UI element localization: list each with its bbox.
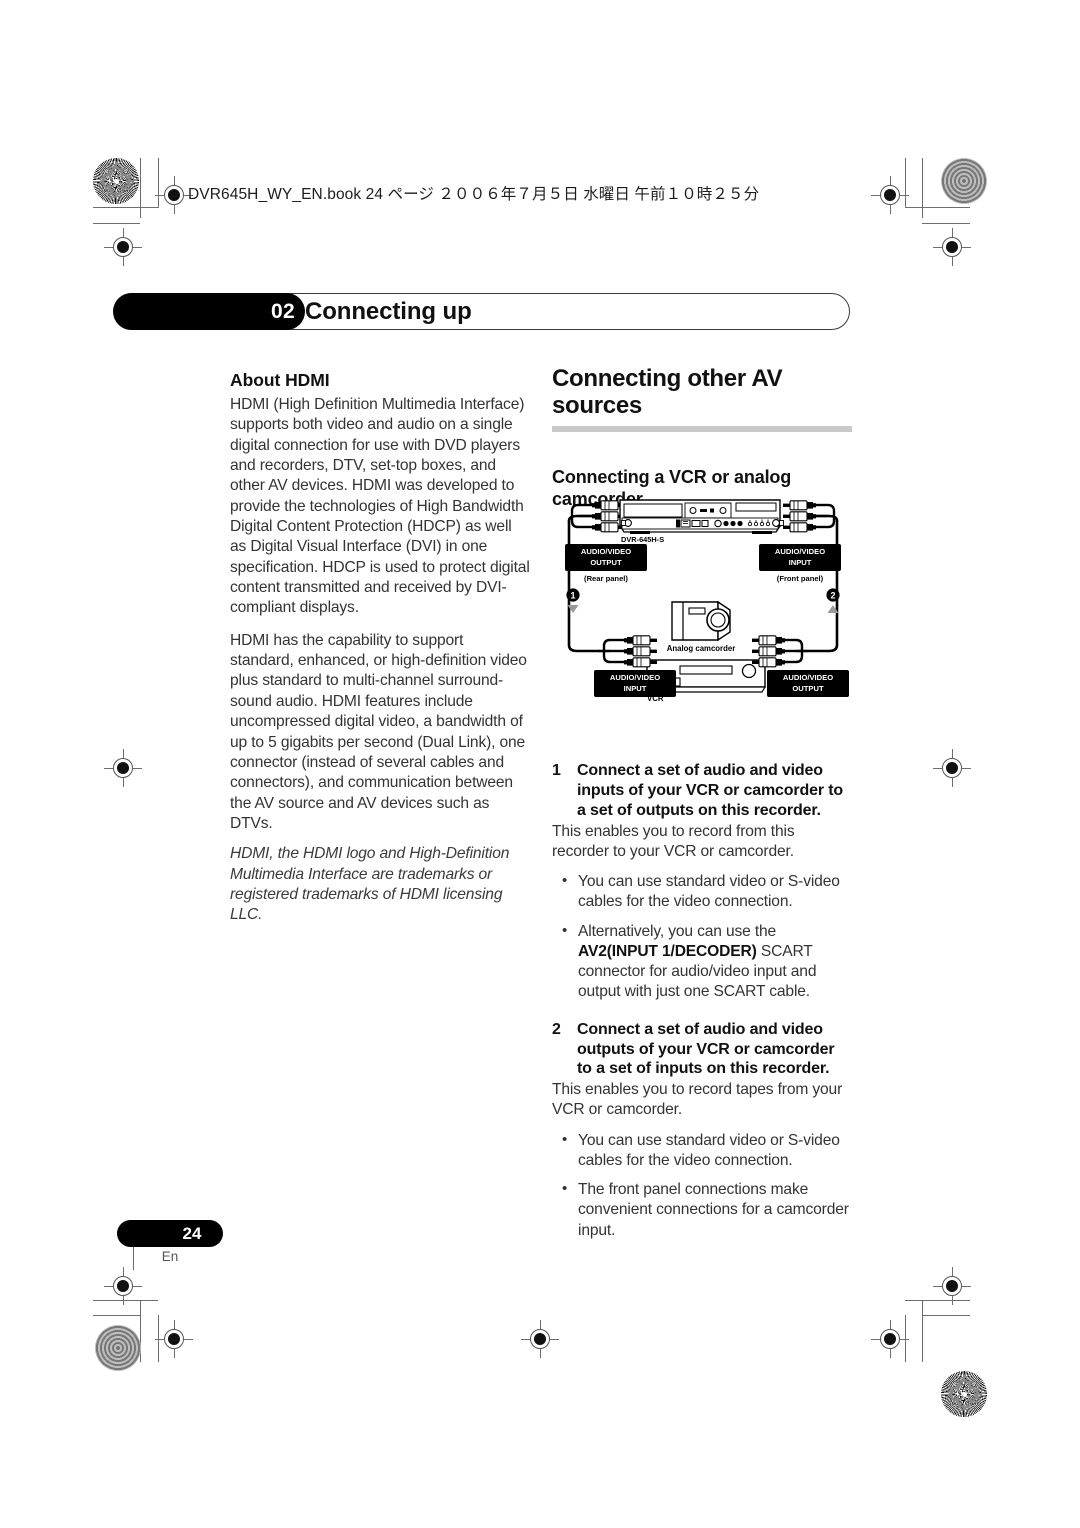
crop-line <box>93 207 158 209</box>
print-file-header: DVR645H_WY_EN.book 24 ページ ２００６年７月５日 水曜日 … <box>188 186 760 203</box>
page-language: En <box>161 1249 179 1264</box>
step-2-bullets: You can use standard video or S-video ca… <box>552 1130 852 1241</box>
bullet-text: The front panel connections make conveni… <box>578 1181 849 1239</box>
svg-text:Analog camcorder: Analog camcorder <box>667 644 735 653</box>
crop-line <box>922 1315 970 1317</box>
document-page: DVR645H_WY_EN.book 24 ページ ２００６年７月５日 水曜日 … <box>0 0 1080 1528</box>
crop-line <box>905 207 970 209</box>
bullet-text: You can use standard video or S-video ca… <box>578 1131 840 1169</box>
crop-line <box>93 1300 158 1302</box>
page-number: 24 <box>182 1223 202 1243</box>
chapter-number: 02 <box>271 299 295 323</box>
chapter-header: 02 Connecting up <box>113 293 850 330</box>
chapter-title: Connecting up <box>305 297 472 325</box>
crop-line <box>140 158 142 218</box>
crop-line <box>93 1315 141 1317</box>
crop-line <box>93 223 140 225</box>
step-1-heading: 1 Connect a set of audio and video input… <box>552 761 852 820</box>
registration-mark-bottom-right <box>871 1320 909 1358</box>
list-item: The front panel connections make conveni… <box>552 1179 852 1241</box>
print-starburst-mark-bottom-right <box>941 1371 987 1417</box>
print-density-mark-top-right <box>941 158 987 204</box>
step-1-heading-text: Connect a set of audio and video inputs … <box>577 762 844 819</box>
step-1-number: 1 <box>552 762 561 780</box>
bullet-bold-term: AV2(INPUT 1/DECODER) <box>578 942 757 960</box>
list-item: Alternatively, you can use the AV2(INPUT… <box>552 921 852 1003</box>
crop-line <box>905 1300 970 1302</box>
svg-text:AUDIO/VIDEO: AUDIO/VIDEO <box>783 673 833 682</box>
step-2: 2 Connect a set of audio and video outpu… <box>552 1020 852 1241</box>
registration-mark-mid-left <box>104 749 142 787</box>
step-2-number: 2 <box>552 1020 561 1038</box>
about-hdmi-paragraph-2: HDMI has the capability to support stand… <box>230 631 527 832</box>
list-item: You can use standard video or S-video ca… <box>552 1130 852 1172</box>
page-title: Connecting other AV sources <box>552 365 783 419</box>
print-starburst-mark-top-left <box>93 158 139 204</box>
crop-line <box>922 223 970 225</box>
crop-line <box>140 1300 142 1362</box>
left-column: About HDMI HDMI (High Definition Multime… <box>230 370 530 926</box>
step-2-heading: 2 Connect a set of audio and video outpu… <box>552 1020 852 1079</box>
svg-text:INPUT: INPUT <box>624 684 647 693</box>
recorder-model-label: DVR-645H-S <box>621 535 664 544</box>
print-density-mark-bottom-left <box>95 1325 141 1371</box>
vcr-camcorder-connection-diagram: DVR-645H-S AUDIO/VIDEO OUTPUT (Rear pane… <box>552 492 854 714</box>
registration-mark-bottom-left <box>155 1320 193 1358</box>
registration-mark-top-right <box>871 176 909 214</box>
svg-text:AUDIO/VIDEO: AUDIO/VIDEO <box>581 547 631 556</box>
svg-text:1: 1 <box>570 590 575 600</box>
step-2-heading-text: Connect a set of audio and video outputs… <box>577 1020 835 1078</box>
crop-line <box>158 158 160 208</box>
svg-text:AUDIO/VIDEO: AUDIO/VIDEO <box>610 673 660 682</box>
registration-mark-mid-right <box>933 749 971 787</box>
crop-line <box>158 1315 160 1362</box>
section-rule <box>552 425 852 432</box>
bullet-text: You can use standard video or S-video ca… <box>578 873 840 911</box>
step-2-body: This enables you to record tapes from yo… <box>552 1081 843 1119</box>
registration-mark-bottom-center <box>521 1320 559 1358</box>
crop-line <box>905 1315 907 1362</box>
svg-text:OUTPUT: OUTPUT <box>792 684 824 693</box>
bullet-text: Alternatively, you can use the <box>578 922 777 940</box>
hdmi-trademark-note: HDMI, the HDMI logo and High-Definition … <box>230 845 510 924</box>
list-item: You can use standard video or S-video ca… <box>552 871 852 913</box>
page-number-tag: 24 <box>117 1220 223 1247</box>
step-1-bullets: You can use standard video or S-video ca… <box>552 871 852 1003</box>
about-hdmi-heading: About HDMI <box>230 370 330 390</box>
registration-mark-upper-left <box>104 228 142 266</box>
step-1-body: This enables you to record from this rec… <box>552 822 795 860</box>
svg-text:(Rear panel): (Rear panel) <box>584 574 628 583</box>
crop-line <box>922 158 924 218</box>
svg-text:2: 2 <box>830 590 835 600</box>
step-1: 1 Connect a set of audio and video input… <box>552 761 852 1002</box>
svg-text:AUDIO/VIDEO: AUDIO/VIDEO <box>775 547 825 556</box>
svg-text:INPUT: INPUT <box>789 558 812 567</box>
crop-line <box>922 1300 924 1362</box>
about-hdmi-paragraph-1: HDMI (High Definition Multimedia Interfa… <box>230 396 530 617</box>
crop-line <box>905 158 907 208</box>
svg-text:(Front panel): (Front panel) <box>777 574 824 583</box>
registration-mark-upper-right <box>933 228 971 266</box>
svg-text:OUTPUT: OUTPUT <box>590 558 622 567</box>
